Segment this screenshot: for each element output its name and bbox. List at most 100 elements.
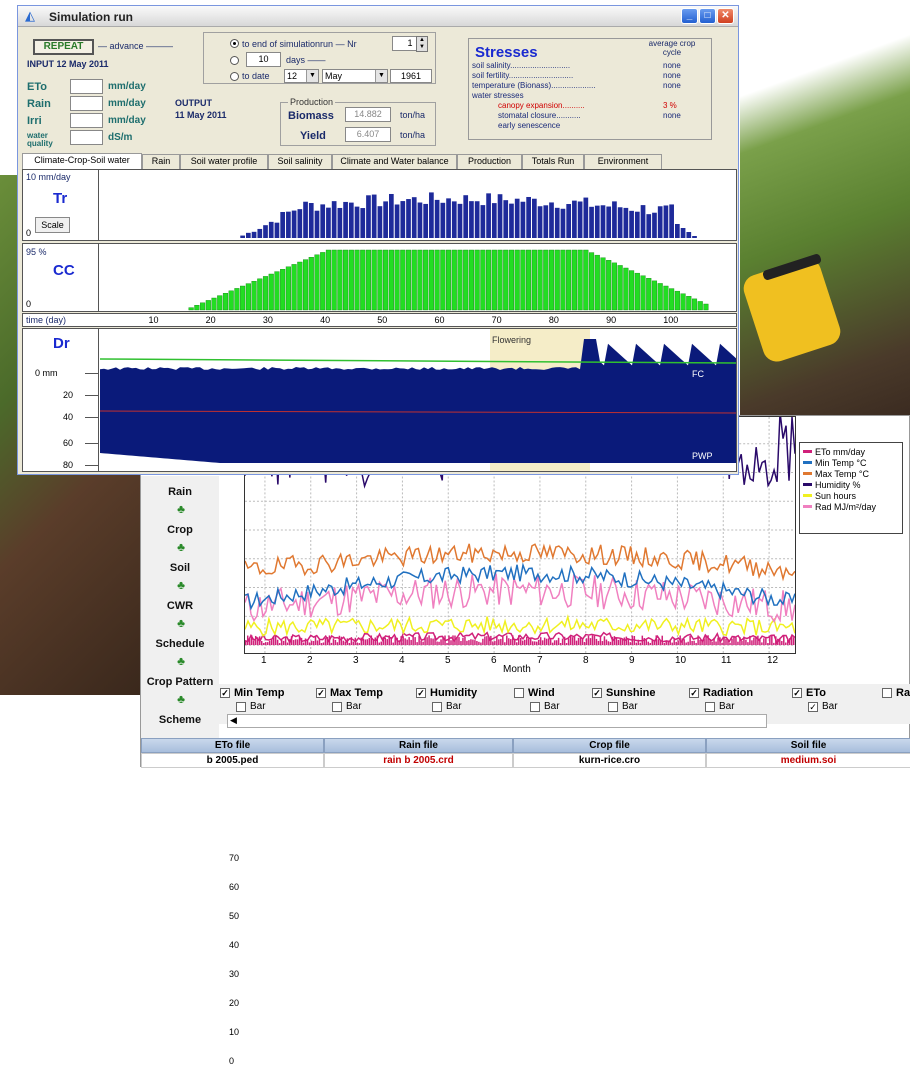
eto-bar <box>613 636 616 646</box>
horizontal-scrollbar[interactable]: ◀ <box>227 714 767 728</box>
checkbox-1[interactable]: ✓ Max Temp <box>316 687 383 699</box>
close-button[interactable]: ✕ <box>717 8 734 24</box>
checkbox-box[interactable] <box>236 701 246 712</box>
file-value-0[interactable]: b 2005.ped <box>141 753 324 768</box>
checkbox-box[interactable]: ✓ <box>316 688 326 698</box>
input-field-1[interactable] <box>70 96 103 111</box>
maximize-button[interactable]: □ <box>699 8 716 24</box>
repeat-button[interactable]: REPEAT <box>33 39 94 55</box>
tab-0[interactable]: Climate-Crop-Soil water <box>22 153 142 169</box>
scale-button[interactable]: Scale <box>35 217 70 233</box>
minimize-button[interactable]: _ <box>681 8 698 24</box>
checkbox-box[interactable] <box>514 688 524 698</box>
checkbox-3[interactable]: Wind <box>514 687 555 699</box>
checkbox-box[interactable]: ✓ <box>792 688 802 698</box>
cc-bar <box>320 252 326 311</box>
file-value-1[interactable]: rain b 2005.crd <box>324 753 513 768</box>
date-year-input[interactable]: 1961 <box>390 69 432 83</box>
checkbox-box[interactable]: ✓ <box>808 701 818 712</box>
sidebar-item-5[interactable]: Crop Pattern <box>141 676 219 688</box>
cc-bar <box>440 249 446 311</box>
eto-bar <box>547 638 550 646</box>
eto-bar <box>771 635 773 646</box>
checkbox-box[interactable] <box>432 701 442 712</box>
sidebar-item-6[interactable]: Scheme <box>141 714 219 726</box>
days-input[interactable]: 10 <box>246 52 281 67</box>
checkbox-6[interactable]: ✓ ETo <box>792 687 826 699</box>
tr-bar <box>417 202 423 238</box>
days-radio[interactable] <box>230 56 239 65</box>
eto-bar <box>593 635 596 646</box>
checkbox-2[interactable]: ✓ Humidity <box>416 687 477 699</box>
tab-3[interactable]: Soil salinity <box>268 154 332 169</box>
bar-checkbox-4[interactable]: Bar <box>608 701 638 712</box>
y-tick-6: 60 <box>229 882 240 892</box>
stress-row-0: soil salinity........................... <box>472 61 571 70</box>
checkbox-0[interactable]: ✓ Min Temp <box>220 687 285 699</box>
biomass-label: Biomass <box>288 110 334 122</box>
eto-bar <box>597 640 600 646</box>
tab-2[interactable]: Soil water profile <box>180 154 268 169</box>
tab-4[interactable]: Climate and Water balance <box>332 154 457 169</box>
eto-bar <box>310 640 313 646</box>
input-field-3[interactable] <box>70 130 103 145</box>
tr-bar <box>308 203 314 238</box>
sidebar-item-1[interactable]: Crop <box>141 524 219 536</box>
input-field-0[interactable] <box>70 79 103 94</box>
date-day-select[interactable]: 12 ▼ <box>284 69 319 83</box>
bar-checkbox-0[interactable]: Bar <box>236 701 266 712</box>
bar-checkbox-5[interactable]: Bar <box>705 701 735 712</box>
eto-bar <box>679 635 681 646</box>
tab-5[interactable]: Production <box>457 154 522 169</box>
checkbox-box[interactable] <box>332 701 342 712</box>
tr-bar <box>268 221 274 238</box>
checkbox-box[interactable]: ✓ <box>689 688 699 698</box>
checkbox-box[interactable] <box>882 688 892 698</box>
scroll-left-icon[interactable]: ◀ <box>230 715 237 726</box>
cc-zero: 0 <box>26 299 32 309</box>
checkbox-box[interactable]: ✓ <box>592 688 602 698</box>
checkbox-box[interactable] <box>530 701 540 712</box>
eto-bar <box>400 636 402 646</box>
sidebar-item-0[interactable]: Rain <box>141 486 219 498</box>
eto-bar <box>245 640 247 646</box>
nr-spinner[interactable]: ▲ ▼ <box>416 36 428 52</box>
eto-bar <box>380 641 383 646</box>
date-month-select[interactable]: May ▼ <box>322 69 388 83</box>
eto-bar <box>685 642 687 646</box>
checkbox-5[interactable]: ✓ Radiation <box>689 687 753 699</box>
cc-bar <box>520 249 526 311</box>
tab-7[interactable]: Environment <box>584 154 662 169</box>
to-date-radio[interactable] <box>230 72 239 81</box>
bar-checkbox-6[interactable]: ✓ Bar <box>808 701 838 712</box>
checkbox-box[interactable]: ✓ <box>416 688 426 698</box>
dr-panel: Dr 0 mm 20 40 60 80 Flowering SAT FC PWP <box>22 328 737 472</box>
bar-checkbox-2[interactable]: Bar <box>432 701 462 712</box>
tab-6[interactable]: Totals Run <box>522 154 584 169</box>
end-of-run-radio[interactable] <box>230 39 239 48</box>
tr-bar <box>680 228 686 238</box>
file-value-3[interactable]: medium.soi <box>706 753 910 768</box>
eto-bar <box>362 638 365 646</box>
eto-bar <box>761 642 763 646</box>
checkbox-box[interactable]: ✓ <box>220 688 230 698</box>
eto-bar <box>527 638 530 646</box>
eto-bar <box>669 639 671 646</box>
checkbox-box[interactable] <box>608 701 618 712</box>
checkbox-box[interactable] <box>705 701 715 712</box>
sidebar-item-2[interactable]: Soil <box>141 562 219 574</box>
legend-item: Max Temp °C <box>803 468 899 479</box>
sun-series <box>245 614 795 637</box>
bar-checkbox-1[interactable]: Bar <box>332 701 362 712</box>
eto-bar <box>629 642 632 646</box>
sidebar-item-3[interactable]: CWR <box>141 600 219 612</box>
checkbox-4[interactable]: ✓ Sunshine <box>592 687 656 699</box>
tab-1[interactable]: Rain <box>142 154 180 169</box>
checkbox-7[interactable]: Ra <box>882 687 910 699</box>
input-field-2[interactable] <box>70 113 103 128</box>
cc-bar <box>594 254 600 311</box>
sidebar-item-4[interactable]: Schedule <box>141 638 219 650</box>
eto-bar <box>641 635 644 646</box>
file-value-2[interactable]: kurn-rice.cro <box>513 753 706 768</box>
bar-checkbox-3[interactable]: Bar <box>530 701 560 712</box>
